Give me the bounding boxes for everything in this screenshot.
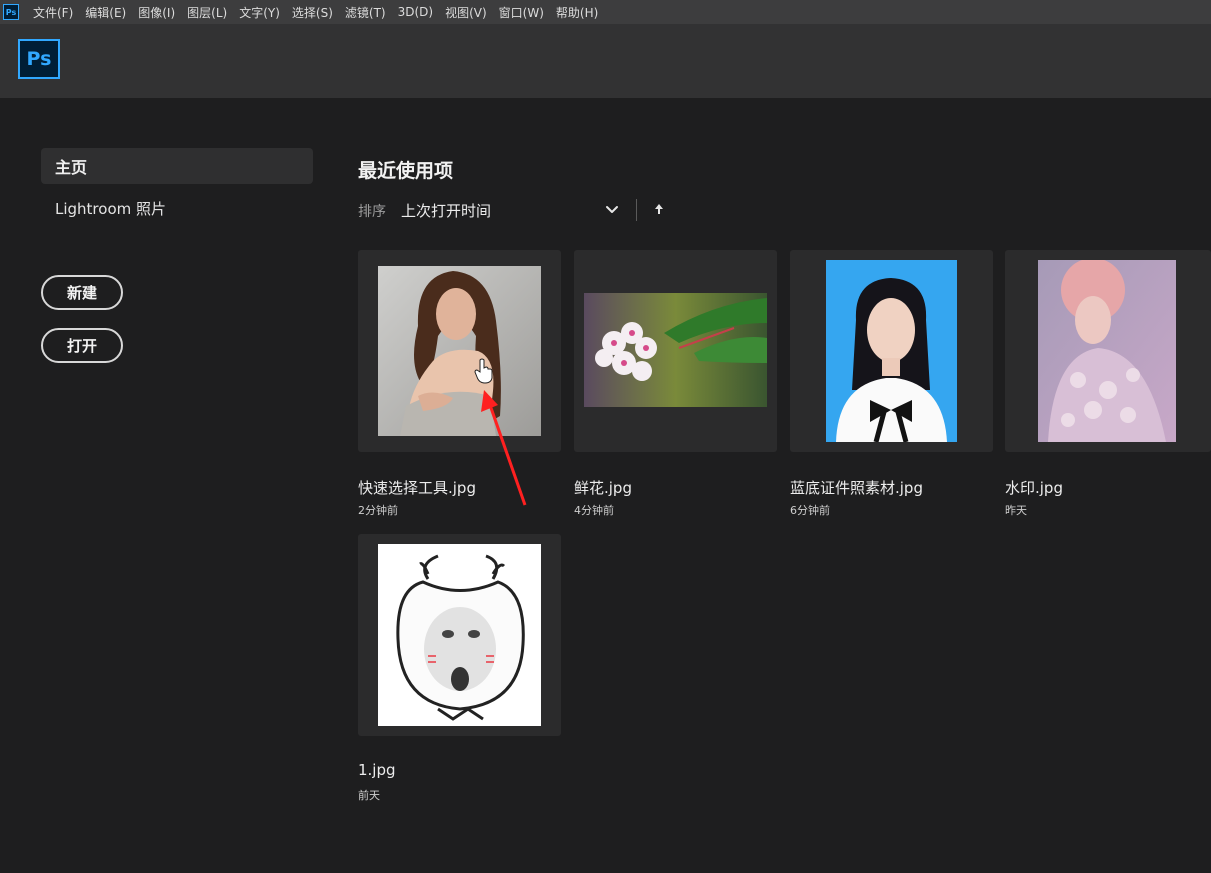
chevron-down-icon[interactable] [604, 201, 620, 217]
file-card-quick-select[interactable] [358, 250, 561, 452]
photoshop-logo[interactable]: Ps [18, 39, 60, 79]
menu-window[interactable]: 窗口(W) [499, 4, 544, 21]
menu-image[interactable]: 图像(I) [138, 4, 175, 21]
sidebar-item-lightroom[interactable]: Lightroom 照片 [41, 190, 313, 226]
hand-cursor-icon [474, 358, 493, 384]
thumbnail-flower [584, 293, 767, 407]
file-card-flower[interactable] [574, 250, 777, 452]
menu-help[interactable]: 帮助(H) [556, 4, 598, 21]
menu-view[interactable]: 视图(V) [445, 4, 487, 21]
thumbnail-id-photo [826, 260, 957, 442]
sidebar-item-home[interactable]: 主页 [41, 148, 313, 184]
menu-3d[interactable]: 3D(D) [398, 5, 433, 19]
file-name[interactable]: 快速选择工具.jpg [358, 477, 476, 498]
menu-type[interactable]: 文字(Y) [239, 4, 280, 21]
recent-files-title: 最近使用项 [358, 160, 454, 182]
menu-layer[interactable]: 图层(L) [187, 4, 227, 21]
file-card-id-photo[interactable] [790, 250, 993, 452]
file-time: 6分钟前 [790, 504, 830, 517]
menu-file[interactable]: 文件(F) [33, 4, 73, 21]
menu-filter[interactable]: 滤镜(T) [345, 4, 386, 21]
file-time: 前天 [358, 789, 380, 802]
thumbnail-portrait-woman [378, 266, 541, 436]
file-card-watermark[interactable] [1005, 250, 1211, 452]
menu-bar: Ps 文件(F) 编辑(E) 图像(I) 图层(L) 文字(Y) 选择(S) 滤… [0, 0, 1211, 24]
file-name[interactable]: 鲜花.jpg [574, 477, 632, 498]
menu-edit[interactable]: 编辑(E) [85, 4, 126, 21]
file-time: 昨天 [1005, 504, 1027, 517]
arrow-up-icon[interactable] [652, 202, 666, 216]
file-name[interactable]: 蓝底证件照素材.jpg [790, 477, 923, 498]
file-time: 2分钟前 [358, 504, 398, 517]
new-button[interactable]: 新建 [41, 275, 123, 310]
file-card-meme[interactable] [358, 534, 561, 736]
sort-divider [636, 199, 637, 221]
sort-dropdown[interactable]: 上次打开时间 [401, 200, 491, 221]
thumbnail-meme-face [378, 544, 541, 726]
file-time: 4分钟前 [574, 504, 614, 517]
sort-control: 排序 上次打开时间 [358, 199, 678, 221]
thumbnail-watermark [1038, 260, 1176, 442]
ps-icon[interactable]: Ps [3, 4, 19, 20]
file-name[interactable]: 1.jpg [358, 761, 396, 779]
open-button[interactable]: 打开 [41, 328, 123, 363]
app-header: Ps [0, 24, 1211, 98]
file-name[interactable]: 水印.jpg [1005, 477, 1063, 498]
menu-select[interactable]: 选择(S) [292, 4, 333, 21]
sort-label: 排序 [358, 204, 386, 220]
